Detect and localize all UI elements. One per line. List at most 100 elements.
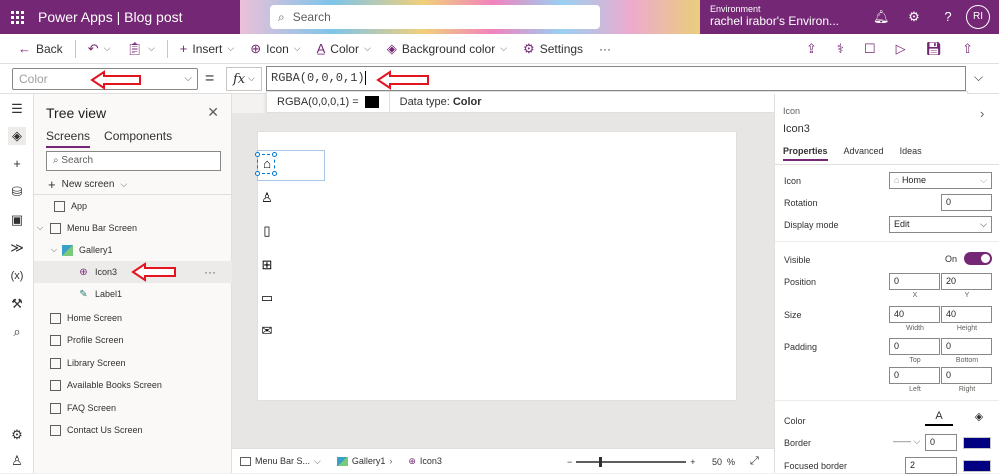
tab-advanced[interactable]: Advanced <box>844 146 884 161</box>
zoom-out-button[interactable]: − <box>567 457 572 467</box>
zoom-slider[interactable] <box>576 457 687 467</box>
position-y-input[interactable]: 20 <box>941 273 992 290</box>
paste-button[interactable]: 📋︎ ⌵ <box>120 37 160 61</box>
tab-components[interactable]: Components <box>104 129 172 148</box>
variables-icon[interactable]: (x) <box>8 267 26 285</box>
text-caret <box>364 70 366 85</box>
fit-to-window-icon[interactable]: ⤢ <box>750 455 759 468</box>
left-rail: ☰ ◈ + ⛁ ▣ ≫ (x) ⚒ ⌕ ⚙ ♙ <box>0 94 34 473</box>
chevron-down-icon[interactable]: ⌵ <box>50 245 58 255</box>
tree-item-profile-screen[interactable]: Profile Screen <box>34 329 232 351</box>
person-icon[interactable]: ♙ <box>258 189 276 207</box>
settings-gear-icon[interactable]: ⚙ <box>8 426 26 444</box>
mail-icon[interactable]: ✉ <box>258 322 276 340</box>
color-button[interactable]: A̲ Color ⌵ <box>311 37 377 61</box>
formula-input[interactable]: RGBA(0,0,0,1) <box>266 66 966 91</box>
position-x-input[interactable]: 0 <box>889 273 940 290</box>
search-icon[interactable]: ⌕ <box>8 323 26 341</box>
tree-item-app[interactable]: App <box>34 195 232 217</box>
share-icon[interactable]: ⇪ <box>806 41 817 57</box>
tree-view-icon[interactable]: ◈ <box>8 127 26 145</box>
chevron-down-icon[interactable]: ⌵ <box>36 223 44 233</box>
environment-picker[interactable]: Environment rachel irabor's Environ... <box>710 3 839 27</box>
tree-item-menu-bar-screen[interactable]: ⌵ Menu Bar Screen <box>34 217 232 239</box>
insert-icon[interactable]: + <box>8 155 26 173</box>
tree-search-placeholder: Search <box>61 155 94 166</box>
hamburger-icon[interactable]: ☰ <box>8 100 26 118</box>
zoom-slider-thumb[interactable] <box>598 457 602 467</box>
tree-item-available-books-screen[interactable]: Available Books Screen <box>34 374 232 396</box>
play-icon[interactable]: ▷ <box>896 41 906 57</box>
zoom-in-button[interactable]: + <box>690 457 695 467</box>
more-button[interactable]: ··· <box>593 37 617 61</box>
virtual-agent-icon[interactable]: ♙ <box>8 452 26 470</box>
border-style-dropdown[interactable]: —— ⌵ <box>889 434 922 451</box>
control-name[interactable]: Icon3 <box>783 123 810 135</box>
icon-button[interactable]: ⊕ Icon ⌵ <box>244 37 306 61</box>
chevron-right-icon[interactable]: › <box>980 106 984 121</box>
breadcrumb-gallery[interactable]: Gallery1 › <box>329 456 401 466</box>
width-caption: Width <box>906 325 924 332</box>
clipboard-icon: 📋︎ <box>126 40 143 56</box>
background-color-button[interactable]: ◈ Background color ⌵ <box>381 37 513 61</box>
width-input[interactable]: 40 <box>889 306 940 323</box>
chat-icon[interactable]: ▭ <box>258 289 276 307</box>
app-title: Power Apps | Blog post <box>38 9 183 25</box>
padding-right-input[interactable]: 0 <box>941 367 992 384</box>
height-input[interactable]: 40 <box>941 306 992 323</box>
save-icon[interactable]: 💾︎ <box>926 41 943 57</box>
publish-icon[interactable]: ⇧ <box>962 41 973 57</box>
tab-properties[interactable]: Properties <box>783 146 828 161</box>
tree-item-label1[interactable]: ✎ Label1 <box>34 283 232 305</box>
back-button[interactable]: ← Back <box>12 37 69 61</box>
tree-item-library-screen[interactable]: Library Screen <box>34 352 232 374</box>
power-automate-icon[interactable]: ≫ <box>8 239 26 257</box>
media-icon[interactable]: ▣ <box>8 211 26 229</box>
icon-picker[interactable]: ⌂ Home ⌵ <box>889 172 992 189</box>
tree-item-contact-us-screen[interactable]: Contact Us Screen <box>34 419 232 441</box>
help-icon[interactable]: ? <box>940 9 956 25</box>
border-color-swatch[interactable] <box>963 437 991 449</box>
book-icon[interactable]: ▯ <box>258 222 276 240</box>
padding-left-input[interactable]: 0 <box>889 367 940 384</box>
padding-bottom-input[interactable]: 0 <box>941 338 992 355</box>
gear-icon[interactable]: ⚙ <box>906 9 922 25</box>
home-icon[interactable]: ⌂ <box>258 155 276 173</box>
advanced-tools-icon[interactable]: ⚒ <box>8 295 26 313</box>
add-document-icon[interactable]: ⊞ <box>258 256 276 274</box>
rotation-input[interactable]: 0 <box>941 194 992 211</box>
tree-item-home-screen[interactable]: Home Screen <box>34 307 232 329</box>
app-screen[interactable] <box>257 131 737 401</box>
new-screen-button[interactable]: + New screen ⌵ <box>48 177 127 192</box>
expand-formula-icon[interactable]: ⌵ <box>974 70 983 85</box>
tree-item-faq-screen[interactable]: FAQ Screen <box>34 397 232 419</box>
display-mode-dropdown[interactable]: Edit ⌵ <box>889 216 992 233</box>
font-color-icon[interactable]: A <box>925 410 953 426</box>
fx-button[interactable]: fx ⌵ <box>226 67 262 91</box>
avatar[interactable]: RI <box>966 5 990 29</box>
app-checker-icon[interactable]: ⚕ <box>837 41 844 57</box>
more-options-icon[interactable]: ··· <box>204 265 216 279</box>
visible-toggle[interactable] <box>964 252 992 265</box>
undo-button[interactable]: ↶ ⌵ <box>82 37 117 61</box>
breadcrumb-screen[interactable]: Menu Bar S... ⌵ <box>232 456 329 467</box>
breadcrumb-icon[interactable]: ⊕ Icon3 <box>400 456 450 467</box>
close-icon[interactable]: ✕ <box>207 104 219 121</box>
tab-ideas[interactable]: Ideas <box>900 146 922 161</box>
focused-border-color-swatch[interactable] <box>963 460 991 472</box>
padding-top-input[interactable]: 0 <box>889 338 940 355</box>
tab-screens[interactable]: Screens <box>46 129 91 148</box>
tree-item-gallery1[interactable]: ⌵ Gallery1 <box>34 239 232 261</box>
global-search[interactable]: ⌕ Search <box>270 5 600 29</box>
zoom-percent[interactable]: 50 % <box>712 457 735 467</box>
insert-button[interactable]: + Insert ⌵ <box>174 37 240 61</box>
border-thickness-input[interactable]: 0 <box>925 434 957 451</box>
paint-bucket-icon[interactable]: ◈ <box>967 410 991 426</box>
tree-search-input[interactable]: ⌕ Search <box>46 151 221 171</box>
comments-icon[interactable]: ☐ <box>864 41 876 57</box>
data-icon[interactable]: ⛁ <box>8 183 26 201</box>
app-launcher-icon[interactable] <box>0 0 34 34</box>
bell-icon[interactable]: 🔔︎ <box>873 9 890 25</box>
settings-button[interactable]: ⚙ Settings <box>517 37 589 61</box>
focused-border-input[interactable]: 2 <box>905 457 957 474</box>
